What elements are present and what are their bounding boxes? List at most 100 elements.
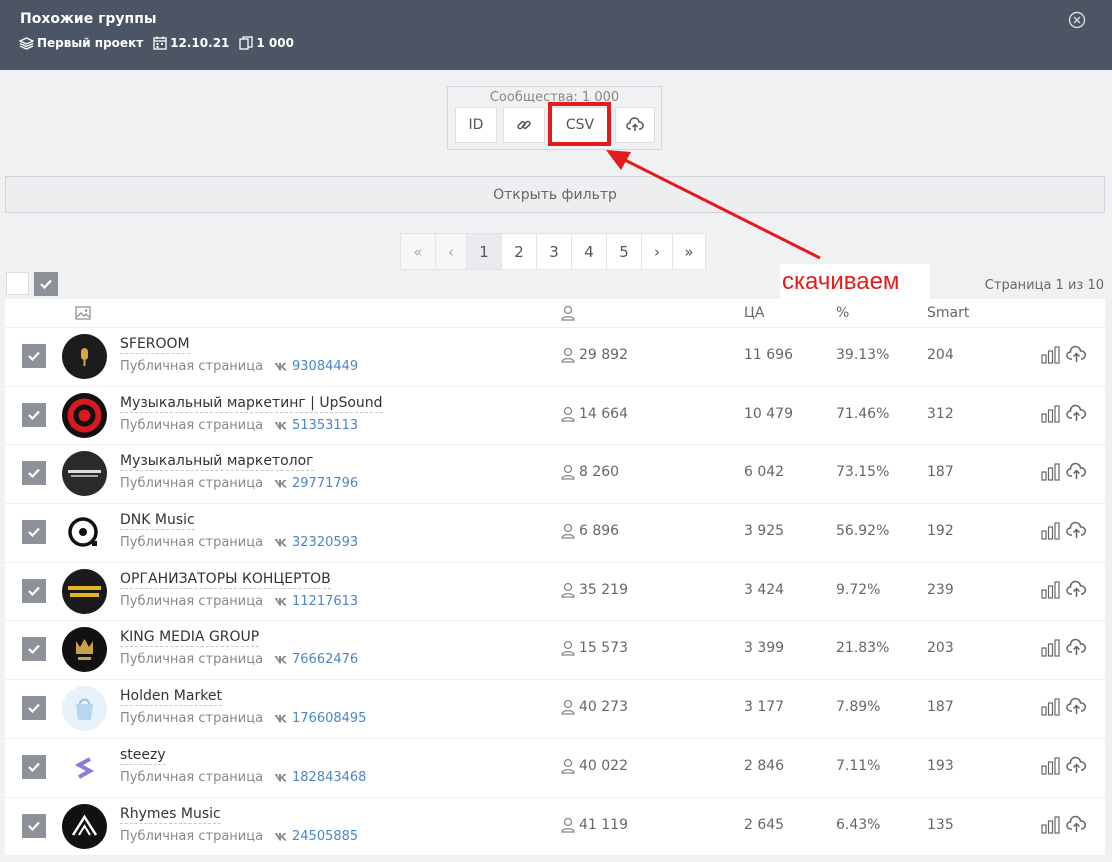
- group-name[interactable]: DNK Music: [120, 511, 195, 531]
- check-icon: [28, 527, 40, 538]
- table-row: Holden Market Публичная страница 176608495…: [5, 680, 1105, 739]
- table-row: steezy Публичная страница 182843468 40 022 2…: [5, 739, 1105, 798]
- row-upload-button[interactable]: [1066, 521, 1087, 543]
- stats-button[interactable]: [1041, 815, 1061, 838]
- vk-icon: [274, 715, 287, 723]
- group-avatar: [62, 334, 107, 379]
- table-row: DNK Music Публичная страница 32320593 6 896…: [5, 504, 1105, 563]
- vk-id-link[interactable]: 176608495: [274, 711, 366, 726]
- stats-button[interactable]: [1041, 522, 1061, 544]
- group-name[interactable]: steezy: [120, 746, 166, 765]
- row-checkbox[interactable]: [22, 754, 46, 779]
- group-name[interactable]: KING MEDIA GROUP: [120, 628, 260, 648]
- members-count: 14 664: [560, 406, 628, 422]
- cloud-upload-icon: [1066, 345, 1086, 362]
- stats-button[interactable]: [1041, 698, 1061, 720]
- row-upload-button[interactable]: [1066, 815, 1087, 837]
- row-upload-button[interactable]: [1066, 580, 1087, 602]
- members-icon: [561, 817, 575, 833]
- cloud-upload-icon: [1066, 580, 1086, 597]
- row-checkbox[interactable]: [22, 461, 46, 486]
- table-row: Музыкальный маркетинг | UpSound Публичная…: [5, 387, 1105, 446]
- stats-button[interactable]: [1041, 581, 1061, 603]
- bar-chart-icon: [1041, 757, 1060, 775]
- row-checkbox[interactable]: [22, 520, 46, 545]
- vk-icon: [274, 539, 287, 547]
- ca-value: 3 399: [744, 640, 785, 657]
- column-ca: ЦА: [744, 305, 765, 321]
- row-upload-button[interactable]: [1066, 462, 1087, 484]
- group-type: Публичная страница: [120, 769, 264, 785]
- row-upload-button[interactable]: [1066, 697, 1087, 719]
- members-count: 15 573: [560, 640, 628, 656]
- page-info: Страница 1 из 10: [984, 278, 1104, 293]
- vk-icon: [274, 773, 287, 782]
- bar-chart-icon: [1041, 581, 1060, 599]
- row-upload-button[interactable]: [1066, 345, 1087, 367]
- vk-id-link[interactable]: 51353113: [274, 418, 358, 433]
- row-checkbox[interactable]: [22, 578, 46, 603]
- ca-value: 11 696: [744, 347, 793, 363]
- row-upload-button[interactable]: [1066, 756, 1087, 778]
- group-name[interactable]: SFEROOM: [120, 335, 190, 354]
- group-type: Публичная страница: [120, 359, 264, 374]
- ca-value: 2 645: [744, 816, 785, 833]
- cloud-upload-icon: [1066, 697, 1086, 715]
- table-body: SFEROOM Публичная страница 93084449 29 892 1…: [5, 328, 1105, 857]
- row-checkbox[interactable]: [22, 637, 46, 662]
- percent-value: 9.72%: [836, 581, 881, 598]
- vk-id-link[interactable]: 11217613: [274, 594, 358, 609]
- ca-value: 6 042: [744, 464, 785, 481]
- select-none-checkbox[interactable]: [6, 272, 29, 295]
- bar-chart-icon: [1041, 815, 1060, 834]
- members-count: 6 896: [560, 523, 619, 539]
- bar-chart-icon: [1041, 463, 1060, 481]
- group-name[interactable]: Музыкальный маркетинг | UpSound: [120, 394, 383, 413]
- group-avatar: [62, 568, 107, 614]
- members-count: 41 119: [560, 817, 628, 833]
- group-name[interactable]: Rhymes Music: [120, 805, 221, 824]
- percent-value: 73.15%: [836, 464, 890, 481]
- row-checkbox[interactable]: [22, 344, 46, 368]
- vk-id-link[interactable]: 29771796: [274, 476, 358, 491]
- members-count: 40 022: [560, 758, 628, 774]
- group-name[interactable]: Музыкальный маркетолог: [120, 452, 314, 472]
- members-icon: [561, 582, 575, 598]
- group-type: Публичная страница: [120, 476, 264, 492]
- members-icon: [561, 699, 575, 715]
- group-name[interactable]: Holden Market: [120, 687, 222, 707]
- table-row: SFEROOM Публичная страница 93084449 29 892 1…: [5, 328, 1105, 387]
- row-checkbox[interactable]: [22, 402, 46, 427]
- members-icon: [561, 641, 575, 657]
- cloud-upload-icon: [1066, 815, 1086, 832]
- stats-button[interactable]: [1041, 463, 1061, 485]
- stats-button[interactable]: [1041, 346, 1061, 368]
- vk-id-link[interactable]: 24505885: [274, 829, 358, 844]
- row-upload-button[interactable]: [1066, 638, 1087, 660]
- stats-button[interactable]: [1041, 757, 1061, 779]
- group-avatar: [62, 392, 107, 438]
- group-type: Публичная страница: [120, 593, 264, 609]
- vk-icon: [274, 656, 287, 664]
- percent-value: 7.11%: [836, 757, 881, 774]
- vk-id-link[interactable]: 93084449: [274, 359, 358, 374]
- vk-icon: [274, 421, 287, 430]
- group-name[interactable]: ОРГАНИЗАТОРЫ КОНЦЕРТОВ: [120, 570, 331, 589]
- row-checkbox[interactable]: [22, 696, 46, 721]
- vk-icon: [274, 597, 287, 606]
- row-upload-button[interactable]: [1066, 404, 1087, 426]
- cloud-upload-icon: [1066, 463, 1086, 480]
- stats-button[interactable]: [1041, 639, 1061, 661]
- percent-value: 7.89%: [836, 699, 881, 716]
- members-icon: [561, 523, 575, 539]
- stats-button[interactable]: [1041, 405, 1061, 427]
- vk-id-link[interactable]: 76662476: [274, 652, 358, 667]
- smart-value: 187: [927, 464, 954, 481]
- vk-id-link[interactable]: 182843468: [274, 770, 366, 785]
- ca-value: 3 925: [744, 523, 785, 540]
- vk-id-link[interactable]: 32320593: [274, 535, 358, 550]
- select-all-checkbox[interactable]: [34, 272, 58, 296]
- smart-value: 187: [927, 699, 954, 716]
- smart-value: 193: [927, 757, 954, 774]
- row-checkbox[interactable]: [22, 813, 46, 838]
